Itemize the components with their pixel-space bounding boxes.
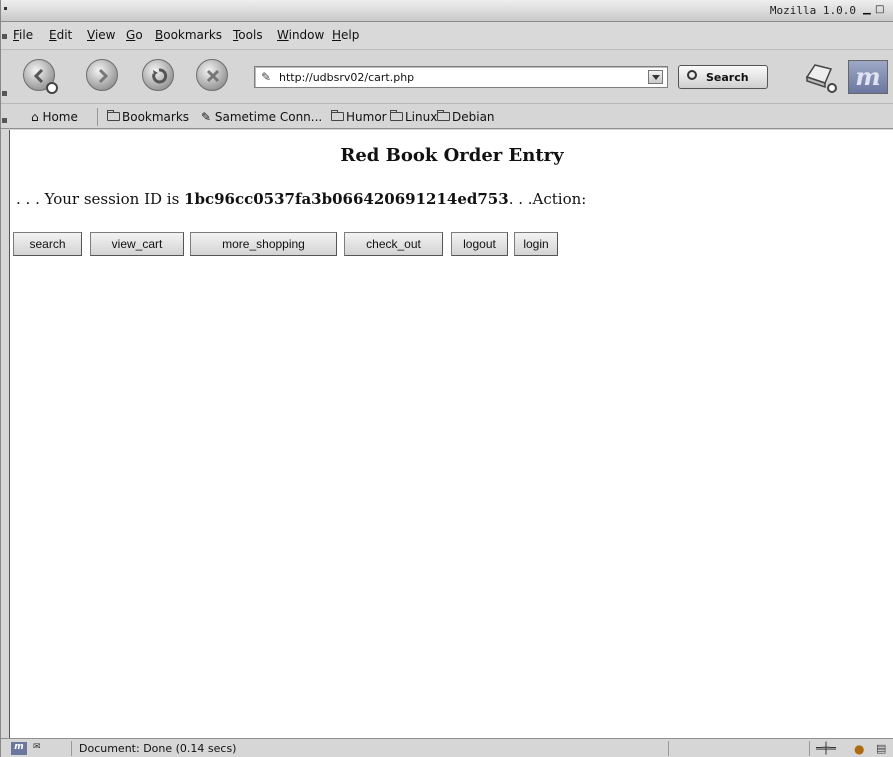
toolbar-separator	[97, 108, 98, 126]
reload-button[interactable]	[142, 59, 174, 91]
mail-component-icon[interactable]: ✉	[33, 742, 55, 755]
more-shopping-button[interactable]: more_shopping	[190, 232, 337, 256]
maximize-icon[interactable]: □	[875, 5, 886, 16]
status-divider	[809, 741, 810, 756]
status-text: Document: Done (0.14 secs)	[79, 742, 237, 755]
menu-view[interactable]: View	[87, 28, 115, 42]
toolbar-grip-icon[interactable]	[2, 91, 7, 96]
menu-file[interactable]: File	[13, 28, 33, 42]
bookmark-folder-humor[interactable]: Humor	[331, 110, 387, 124]
url-field[interactable]: ✎ http://udbsrv02/cart.php	[254, 66, 668, 88]
home-icon: ⌂	[31, 110, 43, 124]
forward-arrow-icon	[98, 68, 109, 84]
menu-edit[interactable]: Edit	[49, 28, 72, 42]
stop-button[interactable]	[196, 59, 228, 91]
folder-icon	[107, 110, 120, 121]
back-arrow-icon	[33, 68, 44, 84]
page-proxy-icon[interactable]: ✎	[261, 70, 271, 84]
menu-tools[interactable]: Tools	[233, 28, 263, 42]
status-divider	[71, 741, 72, 756]
folder-icon	[331, 110, 344, 121]
folder-icon	[437, 110, 450, 121]
page-content[interactable]: Red Book Order Entry . . . Your session …	[9, 130, 893, 738]
browser-window: Mozilla 1.0.0 ▁ □ File Edit View Go Book…	[0, 0, 893, 757]
toolbar-grip-icon[interactable]	[2, 118, 7, 123]
page-title: Red Book Order Entry	[340, 145, 564, 166]
print-icon[interactable]	[801, 57, 837, 93]
navigation-toolbar: ✎ http://udbsrv02/cart.php Search m	[1, 51, 893, 104]
status-bar: m ✉ Document: Done (0.14 secs) ═╪═ ● ▤	[1, 738, 893, 757]
window-menu-icon[interactable]	[4, 7, 7, 10]
back-button[interactable]	[23, 59, 58, 94]
session-line: . . . Your session ID is 1bc96cc0537fa3b…	[16, 190, 586, 208]
search-icon	[687, 70, 697, 80]
bookmark-sametime[interactable]: ✎ Sametime Conn...	[201, 110, 322, 124]
home-button[interactable]: ⌂ Home	[31, 110, 78, 124]
bookmarks-menu[interactable]: Bookmarks	[107, 110, 189, 124]
search-action-button[interactable]: search	[13, 232, 82, 256]
bookmark-icon: ✎	[201, 110, 215, 124]
minimize-icon[interactable]: ▁	[863, 5, 874, 16]
check-out-button[interactable]: check_out	[344, 232, 443, 256]
url-text: http://udbsrv02/cart.php	[279, 71, 415, 84]
menu-bookmarks[interactable]: Bookmarks	[155, 28, 222, 42]
mozilla-throbber-icon[interactable]: m	[848, 60, 888, 94]
view-cart-button[interactable]: view_cart	[90, 232, 184, 256]
window-title: Mozilla 1.0.0	[769, 4, 856, 17]
mozilla-component-icon[interactable]: m	[11, 742, 27, 755]
bookmark-folder-debian[interactable]: Debian	[437, 110, 495, 124]
menu-bar: File Edit View Go Bookmarks Tools Window…	[1, 22, 893, 50]
session-prefix: . . . Your session ID is	[16, 190, 185, 208]
personal-toolbar: ⌂ Home Bookmarks ✎ Sametime Conn... Humo…	[1, 105, 893, 129]
forward-button[interactable]	[86, 59, 118, 91]
search-button[interactable]: Search	[678, 65, 768, 89]
session-suffix: . . .Action:	[508, 190, 587, 208]
cookie-icon[interactable]: ●	[854, 742, 868, 756]
menu-window[interactable]: Window	[277, 28, 324, 42]
menu-go[interactable]: Go	[126, 28, 143, 42]
back-history-dropdown-icon[interactable]	[46, 82, 58, 94]
toolbar-grip-icon[interactable]	[2, 34, 7, 39]
security-lock-icon[interactable]: ▤	[876, 742, 890, 755]
menu-help[interactable]: Help	[332, 28, 359, 42]
url-history-dropdown-icon[interactable]	[648, 70, 663, 84]
session-id: 1bc96cc0537fa3b066420691214ed753	[184, 190, 509, 208]
folder-icon	[390, 110, 403, 121]
reload-icon	[152, 68, 168, 84]
stop-icon	[206, 69, 220, 83]
online-status-icon[interactable]: ═╪═	[816, 742, 850, 755]
status-divider	[668, 741, 669, 756]
title-bar: Mozilla 1.0.0 ▁ □	[1, 0, 893, 22]
login-button[interactable]: login	[514, 232, 558, 256]
bookmark-folder-linux[interactable]: Linux	[390, 110, 437, 124]
logout-button[interactable]: logout	[451, 232, 508, 256]
